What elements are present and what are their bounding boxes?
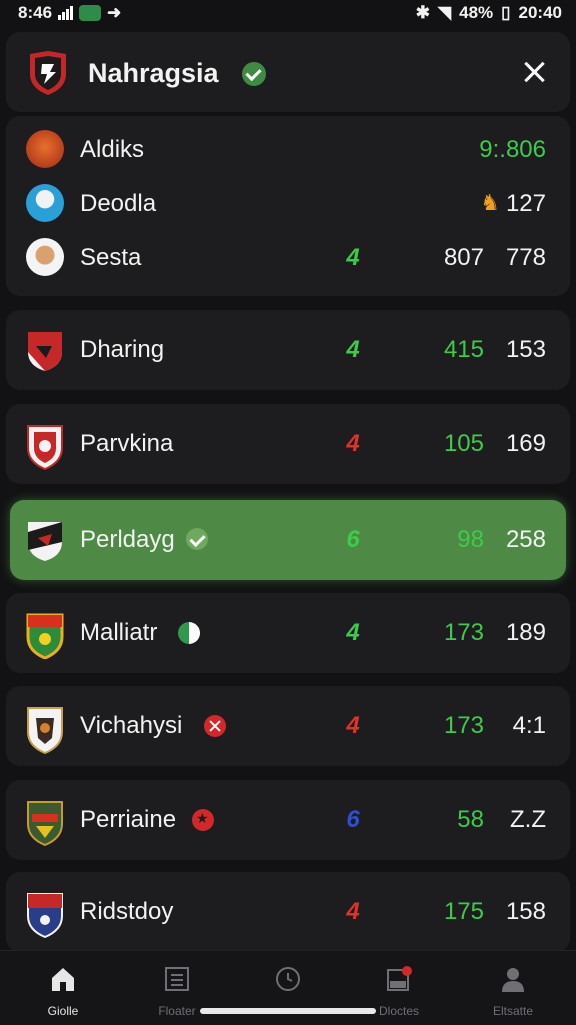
club-crest-icon <box>26 706 64 759</box>
bluetooth-icon: ✱ <box>415 3 431 22</box>
player-avatar <box>26 238 64 276</box>
team-rank: 6 <box>346 526 360 553</box>
battery-icon: ▯ <box>501 3 511 22</box>
cross-icon <box>204 715 226 737</box>
club-crest-icon <box>26 613 64 664</box>
nav-label: Giolle <box>47 1004 79 1018</box>
team-name: Aldiks <box>80 136 145 163</box>
table-row[interactable]: Ridstdoy 4 175 158 <box>6 872 570 952</box>
table-row[interactable]: Perriaine 6 58 Z.Z <box>6 780 570 860</box>
status-clock: 20:40 <box>518 3 562 22</box>
team-points: 175 <box>443 898 484 925</box>
home-indicator[interactable] <box>200 1008 376 1014</box>
club-crest-icon <box>26 800 64 851</box>
team-points: 807 <box>443 244 484 271</box>
nav-item-profile[interactable]: Eltsatte <box>458 965 568 1018</box>
team-name: Perriaine <box>80 806 177 833</box>
nav-label: Eltsatte <box>492 1004 534 1018</box>
list-item[interactable]: Sesta 4 807 778 <box>6 230 570 284</box>
flag-icon <box>178 622 200 644</box>
app-notification-icon <box>79 5 102 21</box>
team-rank: 4 <box>346 898 360 925</box>
status-right: ✱ ◥ 48% ▯ 20:40 <box>416 3 562 23</box>
club-crest-icon <box>26 892 64 943</box>
team-points: 173 <box>443 712 484 739</box>
wifi-icon: ◥ <box>438 3 452 22</box>
team-points: 173 <box>443 619 484 646</box>
status-left: 8:46 ➜ <box>18 3 121 23</box>
table-row-highlighted[interactable]: Perldayg 6 98 258 <box>10 500 566 580</box>
nav-item-home[interactable]: Giolle <box>8 965 118 1018</box>
team-rank: 4 <box>346 336 360 363</box>
team-points: 98 <box>457 526 484 553</box>
team-name: Malliatr <box>80 619 158 646</box>
team-value: Z.Z <box>510 806 546 833</box>
team-name: Deodla <box>80 190 157 217</box>
table-row[interactable]: Parvkina 4 105 169 <box>6 404 570 484</box>
team-rank: 4 <box>346 712 360 739</box>
club-crest-icon <box>26 50 70 101</box>
clock-icon <box>276 967 300 991</box>
team-value: 153 <box>505 336 546 363</box>
verified-icon <box>186 528 208 550</box>
header: Nahragsia <box>6 32 570 112</box>
team-rank: 4 <box>346 430 360 457</box>
team-rank: 4 <box>346 244 360 271</box>
status-bar: 8:46 ➜ ✱ ◥ 48% ▯ 20:40 <box>0 0 576 26</box>
team-value: 189 <box>505 619 546 646</box>
list-item[interactable]: Aldiks 9:.806 <box>6 122 570 176</box>
club-logo-icon <box>26 130 64 168</box>
team-name: Parvkina <box>80 430 174 457</box>
nav-item-clock[interactable] <box>233 965 343 1004</box>
battery-level: 48% <box>459 3 494 22</box>
team-points: 9:.806 <box>479 136 546 164</box>
team-name: Perldayg <box>80 526 175 553</box>
team-points: 105 <box>443 430 484 457</box>
team-name: Ridstdoy <box>80 898 174 925</box>
arrow-icon: ➜ <box>107 3 122 22</box>
team-value: 778 <box>505 244 546 271</box>
table-row[interactable]: Dharing 4 415 153 <box>6 310 570 390</box>
team-points: 58 <box>457 806 484 833</box>
table-row[interactable]: Malliatr 4 173 189 <box>6 593 570 673</box>
status-time: 8:46 <box>18 3 53 22</box>
page-title: Nahragsia <box>88 58 219 88</box>
table-row[interactable]: Vichahysi 4 173 4:1 <box>6 686 570 766</box>
team-name: Vichahysi <box>80 712 183 739</box>
inbox-icon <box>387 966 412 991</box>
profile-icon <box>502 968 524 992</box>
verified-icon <box>242 62 266 86</box>
team-value: 258 <box>505 526 546 553</box>
team-value: 127 <box>505 190 546 217</box>
close-button[interactable] <box>518 56 550 88</box>
signal-icon <box>58 6 74 20</box>
points-value: 9:.806 <box>479 136 546 163</box>
trophy-icon: ♞ <box>480 190 500 215</box>
list-icon <box>165 967 189 991</box>
team-value: 169 <box>505 430 546 457</box>
list-item[interactable]: Deodla ♞ 127 <box>6 176 570 230</box>
home-icon <box>52 968 74 991</box>
top-standings-group: Aldiks 9:.806 Deodla ♞ 127 Sesta 4 807 7… <box>6 116 570 296</box>
star-icon <box>192 809 214 831</box>
team-rank: 4 <box>346 619 360 646</box>
club-crest-icon <box>26 520 64 567</box>
team-value: 158 <box>505 898 546 925</box>
team-value: 4:1 <box>512 712 546 739</box>
team-rank: 6 <box>346 806 360 833</box>
club-logo-icon <box>26 184 64 222</box>
club-crest-icon <box>26 424 64 475</box>
team-name: Sesta <box>80 244 142 271</box>
team-points: 415 <box>443 336 484 363</box>
club-crest-icon <box>26 330 64 377</box>
team-name: Dharing <box>80 336 165 363</box>
